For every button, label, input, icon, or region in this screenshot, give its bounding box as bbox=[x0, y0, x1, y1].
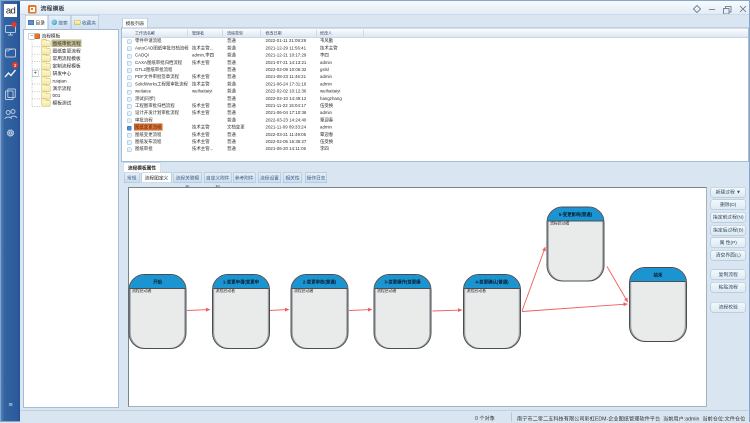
svg-text:≡: ≡ bbox=[8, 402, 12, 409]
